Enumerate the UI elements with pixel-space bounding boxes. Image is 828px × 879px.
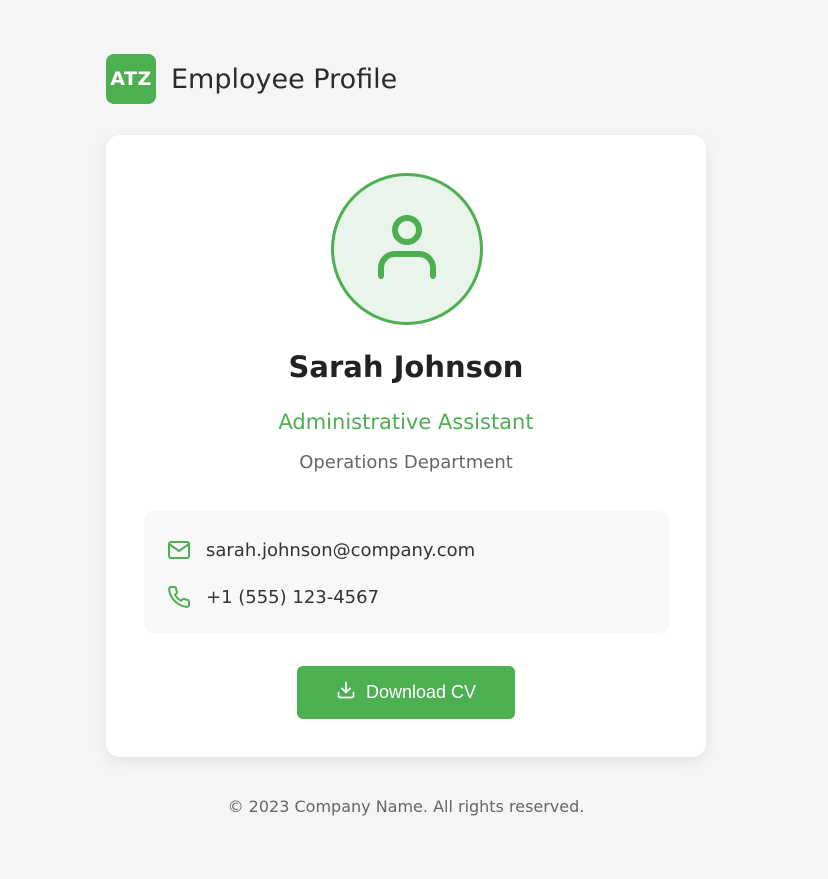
profile-card: Sarah Johnson Administrative Assistant O… [106,135,706,757]
email-row: sarah.johnson@company.com [166,537,475,563]
employee-role: Administrative Assistant [278,410,534,434]
user-icon [375,212,439,286]
phone-text[interactable]: +1 (555) 123-4567 [206,587,379,608]
avatar [331,173,483,325]
download-cv-label: Download CV [365,682,477,702]
employee-name: Sarah Johnson [288,350,524,384]
download-cv-button[interactable]: Download CV [297,666,515,719]
company-logo: ATZ [106,54,156,104]
download-icon [336,680,356,705]
phone-row: +1 (555) 123-4567 [166,584,379,610]
contact-info: sarah.johnson@company.com +1 (555) 123-4… [144,511,669,634]
email-text[interactable]: sarah.johnson@company.com [206,540,475,561]
footer-text: © 2023 Company Name. All rights reserved… [227,797,585,816]
mail-icon [166,537,192,563]
employee-department: Operations Department [299,452,513,473]
page-title: Employee Profile [171,63,398,95]
page-header: ATZ Employee Profile [106,54,397,104]
phone-icon [166,584,192,610]
